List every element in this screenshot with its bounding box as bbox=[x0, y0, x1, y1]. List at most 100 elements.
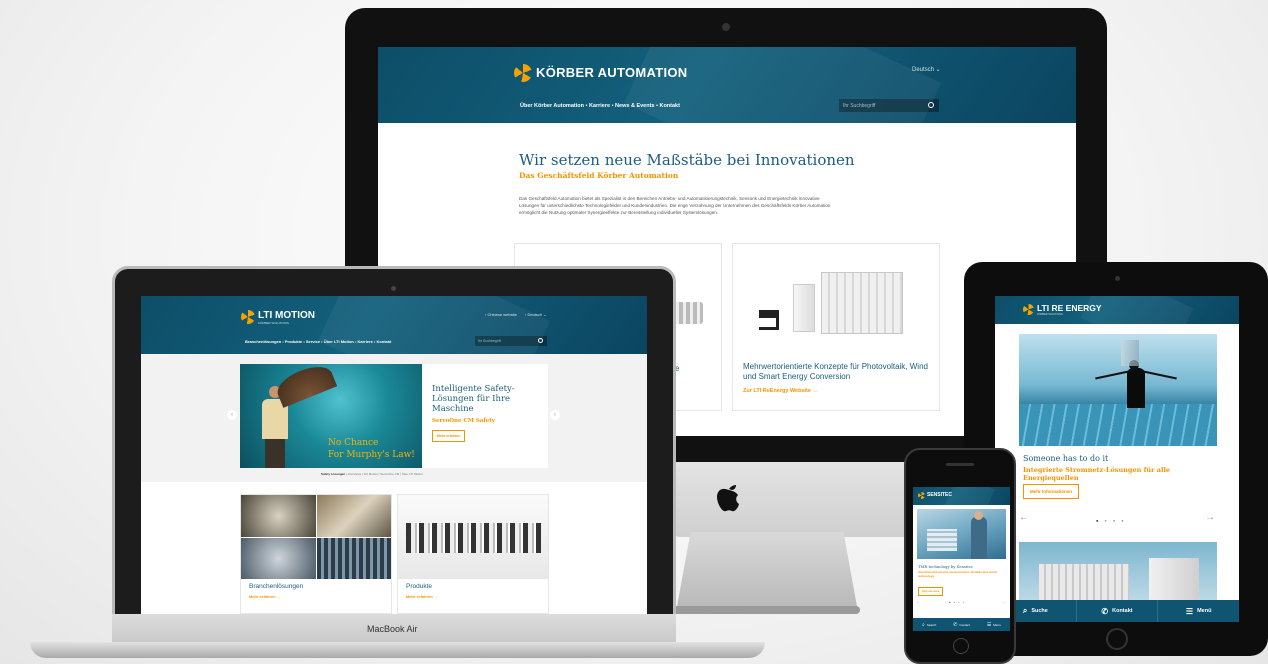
tile1-title: Branchenlösungen bbox=[249, 583, 304, 590]
phone-speaker bbox=[946, 463, 974, 466]
slide-cta-button[interactable]: Mehr erfahren bbox=[432, 430, 466, 442]
macbook-lang-select[interactable]: › Deutsch ⌄ bbox=[525, 312, 547, 317]
nav-kontakt[interactable]: Kontakt bbox=[376, 339, 391, 344]
tablet-logo-text[interactable]: LTI RE ENERGY bbox=[1037, 303, 1102, 313]
phone-screen: SENSITEC TMR technology by Sensitec Sens… bbox=[913, 487, 1010, 631]
macbook-slider-area: ‹ › No Chance For Murphy's Law! Intellig… bbox=[141, 354, 647, 482]
slider-tab-safety[interactable]: Safety Lösungen bbox=[321, 472, 345, 476]
macbook-bezel-bottom: MacBook Air bbox=[112, 614, 676, 644]
macbook-logo-text[interactable]: LTI MOTION bbox=[258, 310, 315, 321]
imac-camera bbox=[722, 23, 730, 31]
macbook-chinese-link[interactable]: › Chinese website bbox=[485, 312, 517, 317]
imac-search-input[interactable]: Ihr Suchbegriff bbox=[839, 99, 939, 112]
lti-reenergy-logo-icon bbox=[1023, 304, 1034, 315]
search-icon[interactable] bbox=[538, 338, 543, 343]
slider-tab-servoone[interactable]: ServoOne CM bbox=[380, 472, 399, 476]
phone-bottom-nav: ⌕ Search ✆ Contact ☰ Menu bbox=[913, 618, 1010, 631]
tile2-link[interactable]: Mehr erfahren → bbox=[406, 594, 438, 599]
imac-lang-select[interactable]: Deutsch ⌄ bbox=[912, 66, 941, 73]
slider-banner[interactable]: No Chance For Murphy's Law! bbox=[240, 364, 422, 468]
banner-umbrella bbox=[272, 364, 338, 408]
tablet-prev-arrow-icon[interactable]: ← bbox=[1019, 512, 1029, 523]
page-dot[interactable]: ● bbox=[1121, 518, 1129, 523]
search-icon[interactable] bbox=[928, 102, 934, 108]
lti-logo-icon bbox=[241, 310, 255, 324]
tablet-headline: Someone has to do it bbox=[1023, 454, 1109, 463]
macbook-search-input[interactable]: Ihr Suchbegriff bbox=[475, 336, 547, 346]
sensitec-logo-icon bbox=[918, 492, 925, 499]
imac-card-right[interactable]: Mehrwertorientierte Konzepte für Photovo… bbox=[732, 243, 940, 411]
nav-ueber[interactable]: Über Körber Automation bbox=[520, 103, 584, 109]
phone-header: SENSITEC bbox=[913, 487, 1010, 505]
tablet-camera bbox=[1115, 276, 1120, 281]
slider-tab-ueber[interactable]: Über LTI Motion bbox=[402, 472, 423, 476]
apple-logo-icon bbox=[717, 485, 739, 512]
tablet-subheadline: Integrierte Stromnetz-Lösungen für alle … bbox=[1023, 466, 1171, 482]
tablet-home-button[interactable] bbox=[1106, 628, 1128, 650]
phone-icon: ✆ bbox=[1101, 606, 1109, 616]
tablet-next-arrow-icon[interactable]: → bbox=[1205, 512, 1215, 523]
phone-nav-menu[interactable]: ☰ Menu bbox=[978, 618, 1010, 631]
tablet-nav-menu[interactable]: ☰ Menü bbox=[1158, 600, 1239, 622]
macbook-label: MacBook Air bbox=[367, 624, 418, 634]
imac-body-text: Das Geschäftsfeld Automation bietet als … bbox=[519, 196, 831, 216]
macbook-camera bbox=[391, 286, 396, 291]
phone-logo-text[interactable]: SENSITEC bbox=[927, 492, 952, 498]
phone-subtext: Sensitive and precise measurement. Durab… bbox=[918, 570, 998, 578]
slider-tab-so-motion[interactable]: SO Motion bbox=[364, 472, 378, 476]
nav-news[interactable]: News & Events bbox=[615, 103, 654, 109]
phone-next-arrow-icon[interactable]: → bbox=[1001, 599, 1006, 605]
koerber-logo-icon bbox=[514, 64, 532, 82]
menu-icon: ☰ bbox=[1185, 606, 1194, 616]
macbook-screen: LTI MOTION KÖRBER SOLUTIONS › Chinese we… bbox=[141, 296, 647, 614]
page-dot[interactable]: ● bbox=[1104, 518, 1112, 523]
tablet-second-image[interactable] bbox=[1019, 542, 1217, 600]
macbook-nav: Branchenlösungen • Produkte • Service • … bbox=[245, 339, 392, 344]
imac-logo-text[interactable]: KÖRBER AUTOMATION bbox=[536, 65, 687, 80]
imac-card-right-title: Mehrwertorientierte Konzepte für Photovo… bbox=[743, 362, 928, 381]
tablet-screen: LTI RE ENERGY KÖRBER SOLUTIONS Someone h… bbox=[995, 296, 1239, 622]
slider-prev-button[interactable]: ‹ bbox=[227, 410, 237, 420]
tablet-hero-image[interactable] bbox=[1019, 334, 1217, 446]
tile1-link[interactable]: Mehr erfahren → bbox=[249, 594, 281, 599]
phone-icon: ✆ bbox=[953, 621, 958, 628]
nav-branchenloesungen[interactable]: Branchenlösungen bbox=[245, 339, 281, 344]
page-dot[interactable]: ● bbox=[1113, 518, 1121, 523]
tablet-pagination: ●●●● bbox=[1096, 518, 1130, 523]
phone-nav-contact[interactable]: ✆ Contact bbox=[945, 618, 977, 631]
phone-pagination: ●●●● bbox=[949, 601, 968, 604]
phone-nav-search[interactable]: ⌕ Search bbox=[913, 618, 945, 631]
imac-card-right-link[interactable]: Zur LTI ReEnergy Website → bbox=[743, 388, 818, 394]
imac-nav: Über Körber Automation • Karriere • News… bbox=[520, 103, 680, 109]
nav-ueber-lti[interactable]: Über LTI Motion bbox=[324, 339, 354, 344]
tablet-nav-contact[interactable]: ✆ Kontakt bbox=[1077, 600, 1159, 622]
tile2-image bbox=[398, 495, 548, 579]
phone-cta-button[interactable]: Find out more bbox=[918, 587, 944, 596]
nav-produkte[interactable]: Produkte bbox=[285, 339, 302, 344]
slider-next-button[interactable]: › bbox=[550, 410, 560, 420]
tablet-more-button[interactable]: Mehr Informationen bbox=[1023, 484, 1080, 499]
slide-title: Intelligente Safety-Lösungen für Ihre Ma… bbox=[432, 384, 515, 414]
nav-service[interactable]: Service bbox=[306, 339, 320, 344]
tile-produkte[interactable]: Produkte Mehr erfahren → bbox=[397, 494, 549, 614]
search-icon: ⌕ bbox=[922, 621, 925, 628]
phone-prev-arrow-icon[interactable]: ← bbox=[916, 599, 921, 605]
imac-header: KÖRBER AUTOMATION Deutsch ⌄ Über Körber … bbox=[378, 47, 1076, 123]
tablet-logo-sub: KÖRBER SOLUTIONS bbox=[1037, 313, 1063, 316]
nav-karriere[interactable]: Karriere bbox=[357, 339, 372, 344]
menu-icon: ☰ bbox=[986, 621, 992, 628]
nav-kontakt[interactable]: Kontakt bbox=[659, 103, 679, 109]
nav-karriere[interactable]: Karriere bbox=[589, 103, 610, 109]
tile1-image bbox=[241, 495, 391, 579]
banner-line2: For Murphy's Law! bbox=[328, 450, 415, 460]
phone-home-button[interactable] bbox=[953, 638, 969, 654]
imac-stand bbox=[676, 532, 858, 612]
imac-card-right-image bbox=[759, 272, 909, 342]
tablet-bottom-nav: ⌕ Suche ✆ Kontakt ☰ Menü bbox=[995, 600, 1239, 622]
slider-tab-interviews[interactable]: Interviews bbox=[348, 472, 362, 476]
tile-branchenloesungen[interactable]: Branchenlösungen Mehr erfahren → bbox=[240, 494, 392, 614]
macbook-logo-sub: KÖRBER SOLUTIONS bbox=[258, 321, 289, 325]
phone-headline: TMR technology by Sensitec bbox=[918, 564, 973, 569]
slide-text-panel: Intelligente Safety-Lösungen für Ihre Ma… bbox=[422, 364, 548, 468]
phone-hero-image[interactable] bbox=[917, 509, 1006, 559]
